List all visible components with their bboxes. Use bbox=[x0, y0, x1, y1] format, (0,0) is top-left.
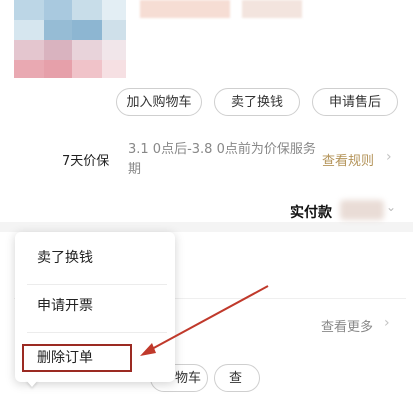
view-rules-link[interactable]: 查看规则 bbox=[322, 150, 374, 169]
product-title-blurred bbox=[242, 0, 302, 18]
price-protection-description: 3.1 0点后-3.8 0点前为价保服务期 bbox=[128, 142, 316, 177]
price-protection-label: 7天价保 bbox=[62, 154, 110, 169]
delete-order-highlight-box bbox=[22, 344, 132, 372]
menu-item-sell-for-cash[interactable]: 卖了换钱 bbox=[15, 234, 175, 282]
chevron-down-icon[interactable]: ⌄ bbox=[386, 200, 396, 214]
add-to-cart-button[interactable]: 加入购物车 bbox=[116, 88, 202, 116]
chevron-right-icon: › bbox=[386, 149, 392, 165]
menu-pointer bbox=[26, 380, 38, 387]
menu-item-request-invoice[interactable]: 申请开票 bbox=[15, 282, 175, 330]
chevron-right-icon: › bbox=[384, 315, 390, 331]
view-button-partial[interactable]: 查 bbox=[214, 364, 260, 392]
product-title-blurred bbox=[140, 0, 230, 18]
after-sales-button[interactable]: 申请售后 bbox=[312, 88, 398, 116]
divider bbox=[27, 332, 167, 333]
amount-paid-blurred bbox=[340, 200, 384, 220]
view-more-link[interactable]: 查看更多 bbox=[321, 316, 373, 335]
product-thumbnail[interactable] bbox=[14, 0, 126, 78]
order-card: 加入购物车 卖了换钱 申请售后 7天价保 3.1 0点后-3.8 0点前为价保服… bbox=[0, 0, 413, 222]
amount-paid-label: 实付款 bbox=[290, 205, 332, 221]
sell-for-cash-button[interactable]: 卖了换钱 bbox=[214, 88, 300, 116]
